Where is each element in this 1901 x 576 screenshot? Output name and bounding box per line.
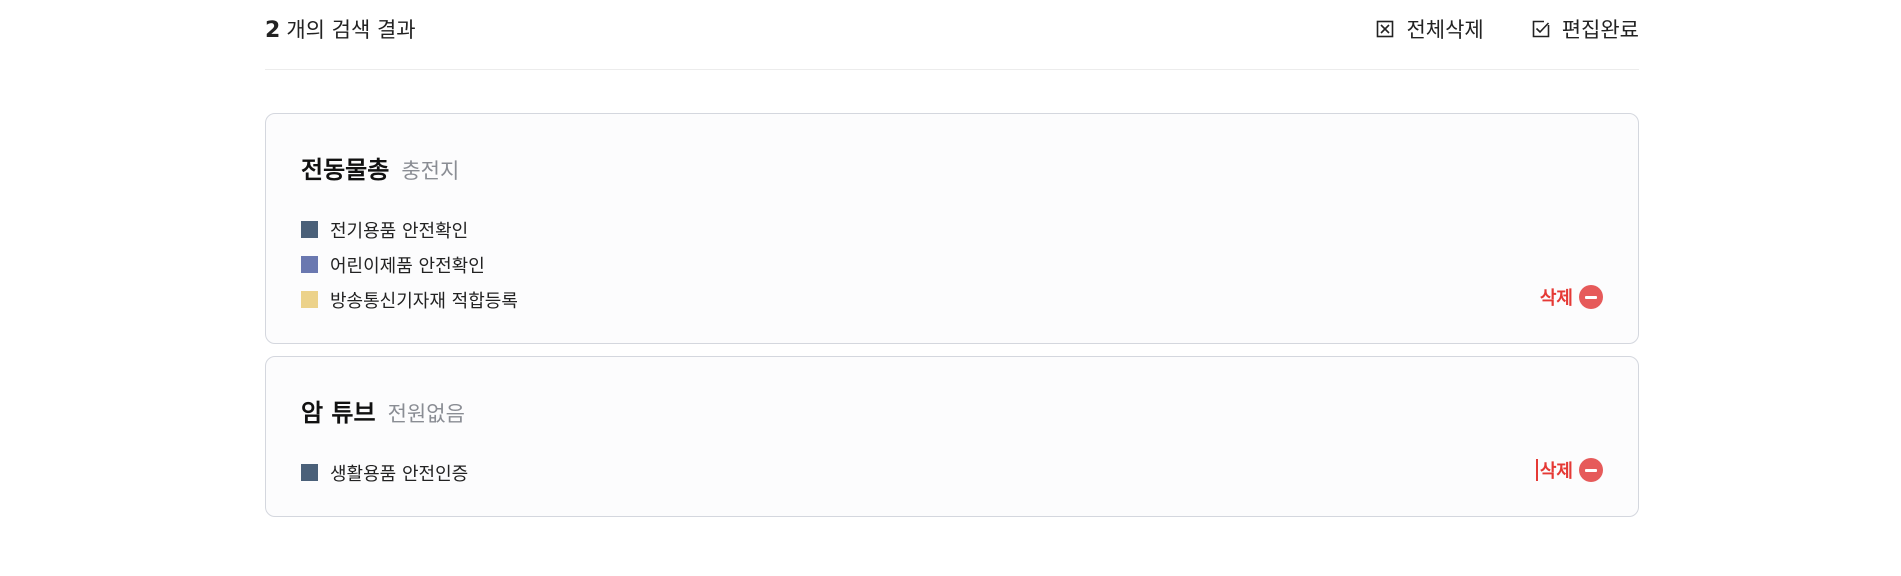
product-subtitle: 충전지 [401,159,460,183]
delete-button[interactable]: 삭제 [1540,284,1603,310]
text-cursor [1536,459,1538,481]
result-count: 2 개의 검색 결과 [265,14,416,44]
certification-label: 방송통신기자재 적합등록 [330,290,518,312]
delete-label: 삭제 [1539,461,1573,482]
minus-circle-icon [1579,285,1603,309]
delete-all-button[interactable]: 전체삭제 [1376,14,1484,44]
edit-done-button[interactable]: 편집완료 [1532,14,1639,44]
box-check-icon [1532,20,1550,38]
certification-swatch [301,464,318,481]
product-name: 전동물총 [301,156,390,184]
edit-done-label: 편집완료 [1561,17,1639,42]
result-card: 전동물총 충전지 전기용품 안전확인 어린이제품 안전확인 방송통신기자재 적합… [265,113,1639,344]
certification-swatch [301,256,318,273]
certification-list: 전기용품 안전확인 어린이제품 안전확인 방송통신기자재 적합등록 [301,212,518,317]
certification-list: 생활용품 안전인증 [301,455,468,490]
certification-swatch [301,291,318,308]
certification-item: 전기용품 안전확인 [301,212,518,247]
certification-swatch [301,221,318,238]
box-x-icon [1376,20,1394,38]
result-count-label: 개의 검색 결과 [286,17,416,42]
card-title: 암 튜브 전원없음 [301,393,465,428]
product-name: 암 튜브 [301,399,376,427]
certification-label: 어린이제품 안전확인 [330,255,485,277]
result-card: 암 튜브 전원없음 생활용품 안전인증 삭제 [265,356,1639,517]
delete-all-label: 전체삭제 [1406,17,1484,42]
results-container: 2 개의 검색 결과 전체삭제 편집완료 전동물총 충전지 전기용품 안전확인 … [265,0,1639,517]
header-actions: 전체삭제 편집완료 [1376,14,1639,44]
results-header: 2 개의 검색 결과 전체삭제 편집완료 [265,0,1639,70]
minus-circle-icon [1579,458,1603,482]
certification-label: 생활용품 안전인증 [330,463,469,485]
certification-item: 생활용품 안전인증 [301,455,468,490]
certification-item: 어린이제품 안전확인 [301,247,518,282]
certification-item: 방송통신기자재 적합등록 [301,282,518,317]
card-title: 전동물총 충전지 [301,150,459,185]
certification-label: 전기용품 안전확인 [330,220,469,242]
delete-label: 삭제 [1539,288,1573,309]
delete-button[interactable]: 삭제 [1536,457,1603,483]
result-count-number: 2 [265,17,281,43]
product-subtitle: 전원없음 [387,402,465,426]
